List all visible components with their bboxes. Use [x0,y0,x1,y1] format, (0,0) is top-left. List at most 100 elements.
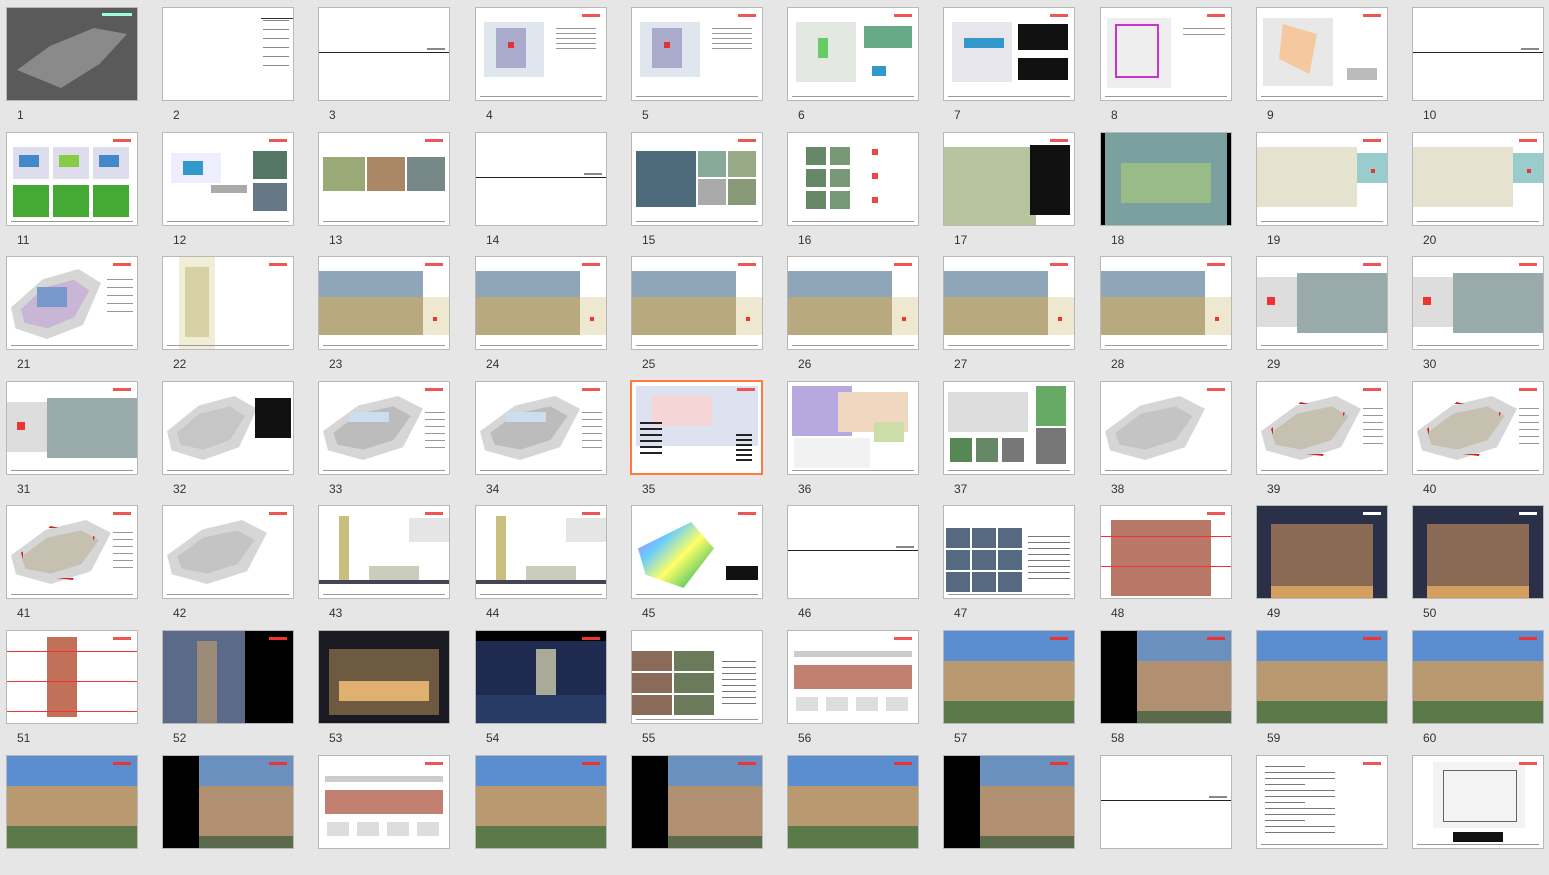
slide-thumbnail[interactable] [1412,7,1544,101]
slide-thumbnail[interactable] [943,381,1075,475]
slide-thumbnail[interactable] [1100,755,1232,849]
slide-thumbnail[interactable] [787,256,919,350]
slide-thumbnail[interactable] [1256,256,1388,350]
slide-thumbnail[interactable] [6,505,138,599]
slide-thumbnail[interactable] [6,630,138,724]
chart-bars [211,185,247,193]
slide-footer-line [636,345,758,346]
slide-number: 30 [1423,357,1437,371]
slide-thumbnail[interactable] [630,380,763,475]
map-graphic [952,22,1012,82]
slide-thumbnail[interactable] [6,256,138,350]
slide-thumbnail[interactable] [6,755,138,849]
slide-thumbnail[interactable] [1256,7,1388,101]
plan-inset [1205,297,1231,335]
slide-thumbnail[interactable] [1256,381,1388,475]
slide-thumbnail[interactable] [1412,381,1544,475]
slide-thumbnail-cell: 16 [787,132,919,252]
slide-thumbnail[interactable] [162,256,294,350]
slide-thumbnail[interactable] [1100,256,1232,350]
slide-thumbnail[interactable] [631,7,763,101]
slide-thumbnail[interactable] [787,132,919,226]
body-text-line [1265,826,1335,827]
legend-line [113,567,133,568]
slide-thumbnail[interactable] [162,755,294,849]
slide-thumbnail-cell: 42 [162,505,294,625]
slide-thumbnail[interactable] [631,505,763,599]
slide-number: 4 [486,108,493,122]
slide-thumbnail[interactable] [1412,505,1544,599]
slide-thumbnail[interactable] [475,7,607,101]
slide-thumbnail[interactable] [1256,755,1388,849]
slide-thumbnail[interactable] [787,630,919,724]
slide-thumbnail[interactable] [1412,132,1544,226]
slide-thumbnail[interactable] [787,755,919,849]
slide-number: 21 [17,357,31,371]
slide-thumbnail[interactable] [162,630,294,724]
slide-thumbnail-cell: 14 [475,132,607,252]
slide-thumbnail[interactable] [1100,630,1232,724]
slide-thumbnail[interactable] [475,630,607,724]
slide-thumbnail[interactable] [6,7,138,101]
slide-thumbnail[interactable] [475,256,607,350]
slide-thumbnail[interactable] [1100,505,1232,599]
slide-thumbnail[interactable] [1256,505,1388,599]
slide-thumbnail[interactable] [162,7,294,101]
slide-thumbnail[interactable] [475,755,607,849]
slide-footer-line [480,345,602,346]
slide-thumbnail[interactable] [6,132,138,226]
slide-thumbnail[interactable] [787,381,919,475]
slide-thumbnail[interactable] [318,7,450,101]
slide-thumbnail[interactable] [1412,630,1544,724]
slide-thumbnail[interactable] [943,755,1075,849]
divider-rule [1101,800,1231,801]
photo [698,151,726,177]
tower [496,516,506,580]
lawn [199,836,293,848]
slide-thumbnail[interactable] [318,256,450,350]
slide-thumbnail[interactable] [318,755,450,849]
slide-thumbnail[interactable] [631,256,763,350]
slide-title-mark [894,762,912,765]
slide-thumbnail[interactable] [943,505,1075,599]
slide-thumbnail[interactable] [943,630,1075,724]
slide-thumbnail-cell: 5 [631,7,763,127]
slide-thumbnail[interactable] [318,505,450,599]
slide-thumbnail[interactable] [1100,132,1232,226]
slide-thumbnail[interactable] [318,381,450,475]
slide-thumbnail[interactable] [1256,630,1388,724]
slide-thumbnail-cell: 22 [162,256,294,376]
slide-number: 41 [17,606,31,620]
slide-thumbnail[interactable] [475,505,607,599]
body-text-line [556,33,596,34]
slide-thumbnail[interactable] [1256,132,1388,226]
slide-thumbnail[interactable] [631,755,763,849]
slide-thumbnail[interactable] [318,132,450,226]
slide-thumbnail[interactable] [162,381,294,475]
slide-thumbnail[interactable] [631,630,763,724]
slide-thumbnail[interactable] [6,381,138,475]
slide-thumbnail[interactable] [475,381,607,475]
slide-thumbnail[interactable] [1412,755,1544,849]
slide-footer-line [792,96,914,97]
slide-footer-line [1417,221,1539,222]
slide-thumbnail[interactable] [943,132,1075,226]
slide-thumbnail[interactable] [1412,256,1544,350]
route-outline [1115,24,1159,78]
slide-thumbnail[interactable] [943,256,1075,350]
slide-thumbnail[interactable] [162,505,294,599]
slide-thumbnail[interactable] [1100,381,1232,475]
photo [698,179,726,205]
slide-thumbnail[interactable] [943,7,1075,101]
dimension-line [7,711,137,712]
slide-number: 48 [1111,606,1125,620]
slide-footer-line [1261,96,1383,97]
slide-thumbnail[interactable] [787,7,919,101]
slide-thumbnail[interactable] [318,630,450,724]
site-outline [17,28,127,88]
slide-thumbnail[interactable] [631,132,763,226]
slide-thumbnail[interactable] [162,132,294,226]
slide-thumbnail[interactable] [787,505,919,599]
slide-thumbnail[interactable] [1100,7,1232,101]
slide-thumbnail[interactable] [475,132,607,226]
